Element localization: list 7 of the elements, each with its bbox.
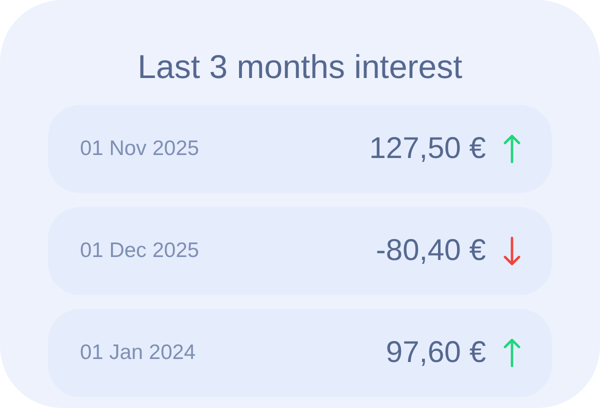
amount-label: 97,60 € — [386, 336, 486, 370]
amount-label: 127,50 € — [369, 132, 486, 166]
date-label: 01 Jan 2024 — [80, 341, 197, 365]
card-title: Last 3 months interest — [136, 48, 464, 86]
amount-label: -80,40 € — [376, 234, 486, 268]
date-label: 01 Dec 2025 — [80, 239, 200, 263]
date-label: 01 Nov 2025 — [80, 137, 200, 161]
